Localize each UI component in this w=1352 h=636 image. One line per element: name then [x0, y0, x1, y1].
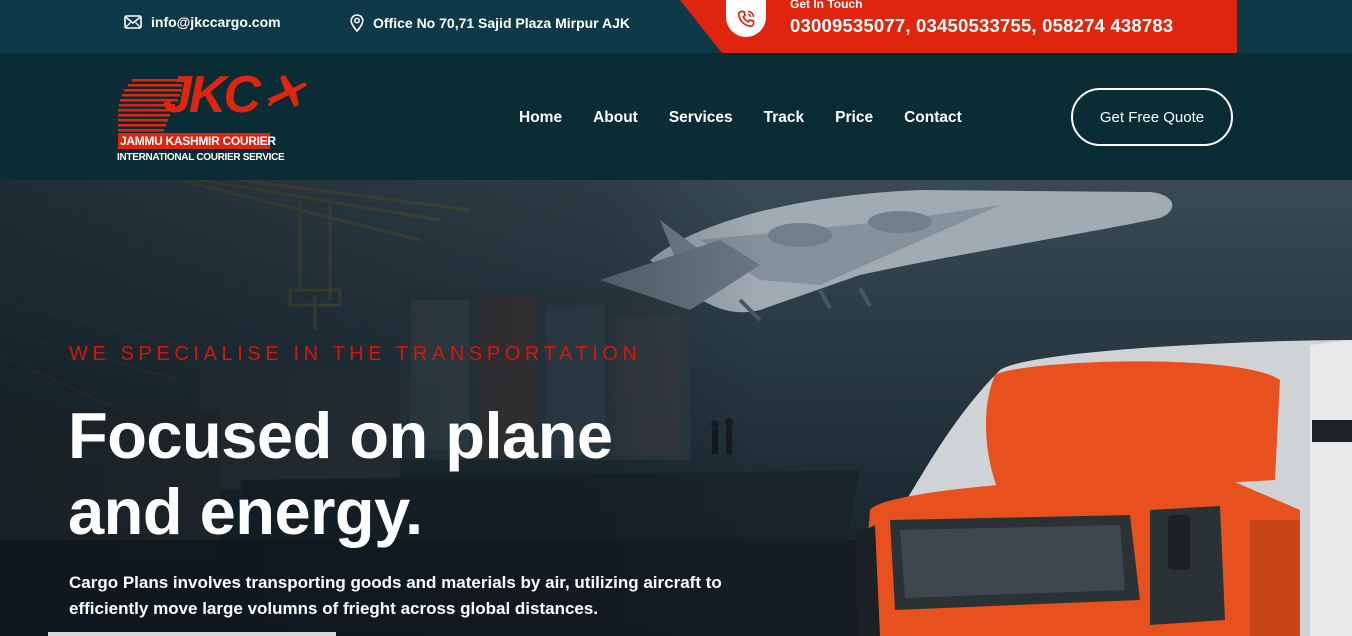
nav-price[interactable]: Price: [835, 109, 873, 127]
top-bar: info@jkccargo.com Office No 70,71 Sajid …: [0, 0, 1352, 53]
hero-section: WE SPECIALISE IN THE TRANSPORTATION Focu…: [0, 180, 1352, 636]
address-text: Office No 70,71 Sajid Plaza Mirpur AJK: [373, 15, 631, 31]
map-pin-icon: [350, 14, 364, 32]
phone-icon: [737, 10, 755, 27]
hero-description: Cargo Plans involves transporting goods …: [69, 573, 722, 618]
hero-headline-line2: and energy.: [68, 475, 423, 548]
main-nav: Home About Services Track Price Contact: [519, 109, 962, 127]
hero-tagline: WE SPECIALISE IN THE TRANSPORTATION: [69, 343, 642, 365]
nav-home[interactable]: Home: [519, 109, 562, 127]
nav-track[interactable]: Track: [764, 109, 805, 127]
email-text: info@jkccargo.com: [151, 14, 281, 30]
hero-headline-line1: Focused on plane: [68, 399, 613, 472]
airplane-icon: [267, 75, 307, 107]
envelope-icon: [124, 15, 142, 29]
nav-contact[interactable]: Contact: [904, 109, 962, 127]
logo-letters: JKC: [163, 66, 261, 124]
email-contact[interactable]: info@jkccargo.com: [124, 14, 281, 30]
phone-numbers[interactable]: 03009535077, 03450533755, 058274 438783: [790, 15, 1173, 37]
slider-progress-bar: [48, 632, 336, 636]
logo-tagline: INTERNATIONAL COURIER SERVICE: [117, 152, 285, 163]
main-header: JKC JAMMU KASHMIR COURIER INTERNATIONAL …: [0, 53, 1352, 180]
hero-headline: Focused on plane and energy.: [68, 398, 613, 550]
site-logo[interactable]: JKC JAMMU KASHMIR COURIER INTERNATIONAL …: [115, 66, 315, 167]
contact-label: Get In Touch: [790, 0, 863, 11]
logo-company-name: JAMMU KASHMIR COURIER: [120, 134, 276, 148]
nav-services[interactable]: Services: [669, 109, 733, 127]
nav-about[interactable]: About: [593, 109, 638, 127]
get-free-quote-button[interactable]: Get Free Quote: [1071, 88, 1233, 146]
office-address: Office No 70,71 Sajid Plaza Mirpur AJK: [350, 14, 630, 32]
